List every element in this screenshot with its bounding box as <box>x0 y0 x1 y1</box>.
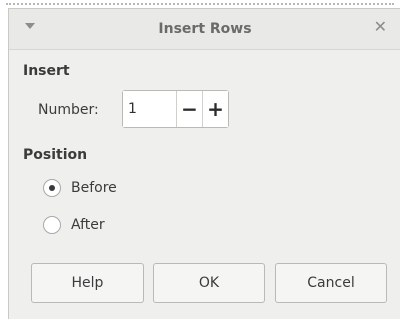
increment-button[interactable]: + <box>202 91 228 127</box>
insert-section-label: Insert <box>23 63 70 79</box>
background-document-edge <box>0 8 7 319</box>
ok-button[interactable]: OK <box>153 263 265 303</box>
background-document <box>0 0 400 8</box>
decrement-button[interactable]: − <box>176 91 202 127</box>
radio-before-button[interactable] <box>43 179 61 197</box>
number-stepper: − + <box>122 90 229 128</box>
radio-after[interactable]: After <box>43 216 105 234</box>
radio-after-label: After <box>71 217 105 233</box>
number-label: Number: <box>38 102 99 118</box>
number-input[interactable] <box>123 91 176 127</box>
insert-rows-dialog: Insert Rows ✕ Insert Number: − + Positio… <box>8 8 400 319</box>
dialog-titlebar[interactable]: Insert Rows ✕ <box>9 9 400 50</box>
background-text-fragment <box>6 0 394 5</box>
cancel-button[interactable]: Cancel <box>275 263 387 303</box>
radio-after-button[interactable] <box>43 216 61 234</box>
radio-before-label: Before <box>71 180 117 196</box>
dialog-title: Insert Rows <box>158 21 252 37</box>
help-button[interactable]: Help <box>31 263 144 303</box>
position-section-label: Position <box>23 147 88 163</box>
radio-before[interactable]: Before <box>43 179 117 197</box>
close-icon[interactable]: ✕ <box>374 19 387 35</box>
